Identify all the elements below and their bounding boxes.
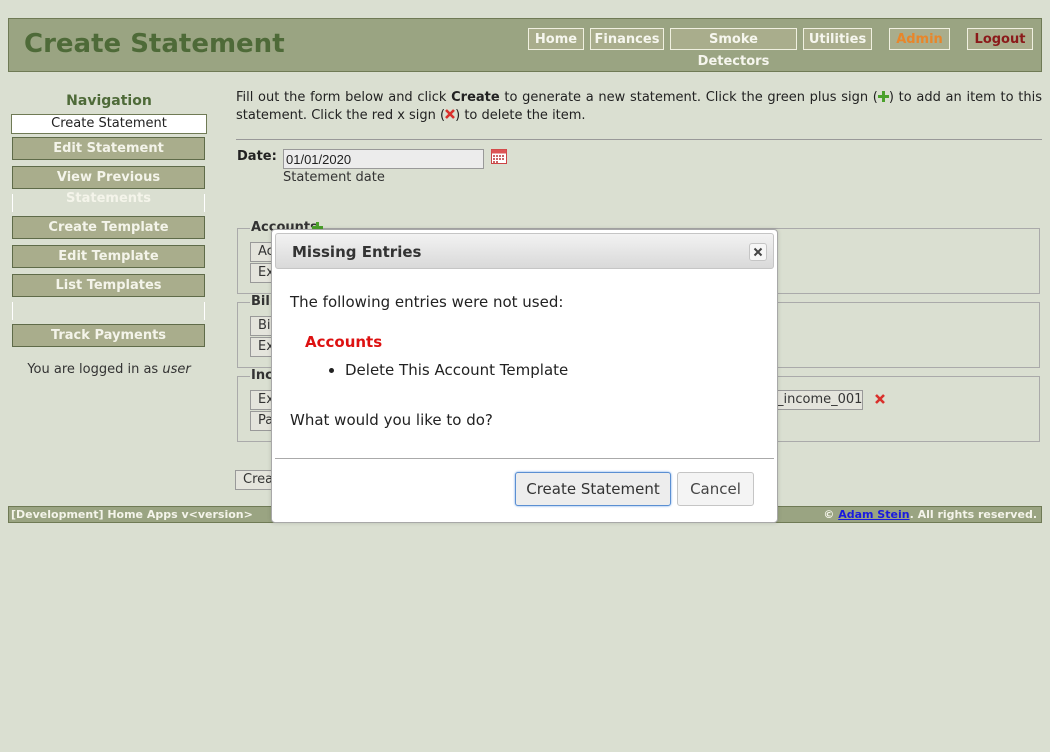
missing-entries-dialog: Missing Entries The following entries we… [271,229,778,523]
list-item: Delete This Account Template [345,360,568,380]
close-icon [753,247,763,257]
dialog-divider [275,458,774,459]
missing-entries-list: Delete This Account Template [305,360,568,380]
dialog-question: What would you like to do? [290,411,493,429]
confirm-create-statement-button[interactable]: Create Statement [515,472,671,506]
modal-overlay: Missing Entries The following entries we… [0,0,1050,752]
dialog-section-heading: Accounts [305,333,383,351]
dialog-titlebar: Missing Entries [275,233,774,269]
dialog-message: The following entries were not used: [290,293,564,311]
cancel-button[interactable]: Cancel [677,472,754,506]
dialog-title: Missing Entries [292,243,422,261]
dialog-close-button[interactable] [749,243,767,261]
